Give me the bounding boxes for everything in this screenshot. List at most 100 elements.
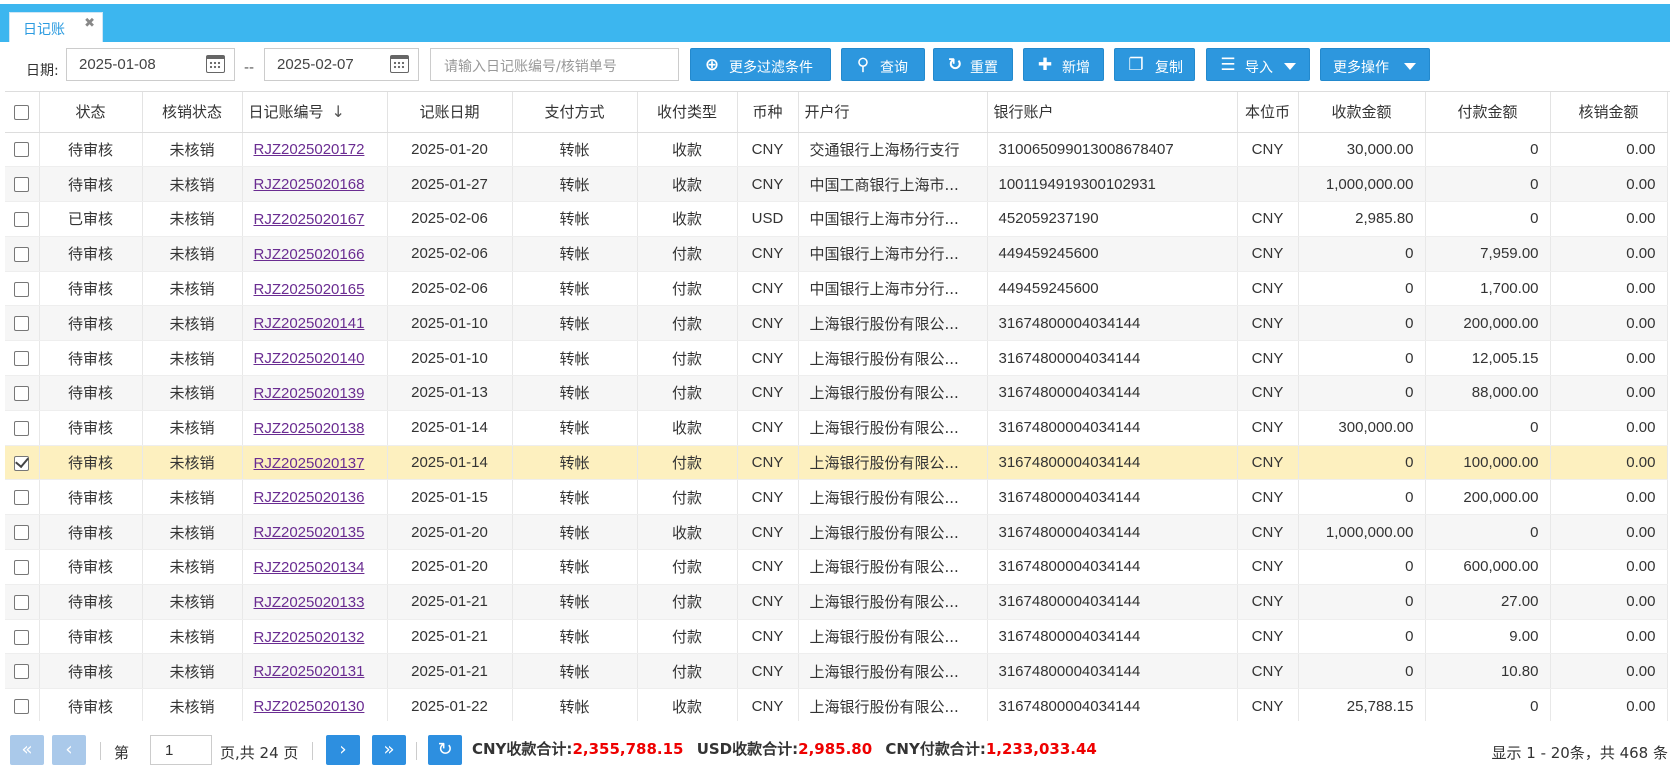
col-pay-method[interactable]: 支付方式 [512,92,638,133]
col-journal-no[interactable]: 日记账编号 ↓ [242,92,388,133]
cell-status: 待审核 [39,166,143,203]
table-row[interactable]: 待审核 未核销 RJZ2025020132 2025-01-21 转帐 付款 CNY 上海银行… [5,619,1668,655]
table-row[interactable]: 待审核 未核销 RJZ2025020166 2025-02-06 转帐 付款 CNY 中国银行… [5,236,1668,272]
col-base-currency[interactable]: 本位币 [1237,92,1299,133]
row-checkbox[interactable] [5,584,40,620]
row-checkbox[interactable] [5,201,40,237]
cell-receipt-amount: 0 [1298,305,1426,342]
row-checkbox[interactable] [5,549,40,585]
table-row[interactable]: 待审核 未核销 RJZ2025020135 2025-01-20 转帐 收款 CNY 上海银行… [5,514,1668,551]
journal-no-link[interactable]: RJZ2025020136 [254,489,365,506]
row-checkbox[interactable] [5,410,40,446]
journal-no-link[interactable]: RJZ2025020131 [254,663,365,680]
select-all-checkbox[interactable] [5,92,40,133]
col-in-out-type[interactable]: 收付类型 [637,92,738,133]
col-writeoff-status[interactable]: 核销状态 [142,92,243,133]
table-row[interactable]: 待审核 未核销 RJZ2025020138 2025-01-14 转帐 收款 CNY 上海银行… [5,410,1668,446]
cell-base-currency: CNY [1237,549,1299,585]
row-checkbox[interactable] [5,271,40,307]
journal-no-link[interactable]: RJZ2025020165 [254,281,365,298]
more-filters-button[interactable]: ⊕ 更多过滤条件 [690,48,831,81]
calendar-icon[interactable] [206,55,225,73]
tab-close-icon[interactable]: ✖ [84,16,95,31]
table-row[interactable]: 待审核 未核销 RJZ2025020130 2025-01-22 转帐 收款 CNY 上海银行… [5,688,1668,721]
refresh-icon[interactable]: ↻ [428,735,462,765]
row-checkbox[interactable] [5,445,40,481]
cell-post-date: 2025-02-06 [387,201,513,237]
prev-page-button[interactable]: ‹ [52,735,86,765]
row-checkbox[interactable] [5,514,40,551]
table-row[interactable]: 待审核 未核销 RJZ2025020140 2025-01-10 转帐 付款 CNY 上海银行… [5,340,1668,377]
row-checkbox[interactable] [5,619,40,655]
journal-no-link[interactable]: RJZ2025020167 [254,211,365,228]
col-status[interactable]: 状态 [39,92,143,133]
journal-no-link[interactable]: RJZ2025020132 [254,629,365,646]
cell-in-out-type: 收款 [637,166,738,203]
search-input[interactable]: 请输入日记账编号/核销单号 [430,48,679,81]
next-page-button[interactable]: › [326,735,360,765]
table-row[interactable]: 待审核 未核销 RJZ2025020141 2025-01-10 转帐 付款 CNY 上海银行… [5,305,1668,342]
journal-no-link[interactable]: RJZ2025020172 [254,141,365,158]
cell-bank-account: 452059237190 [987,201,1238,237]
row-checkbox[interactable] [5,132,40,168]
table-header-row: 状态 核销状态 日记账编号 ↓ 记账日期 支付方式 收付类型 币种 开户行 银行账… [5,92,1668,133]
cell-bank: 中国银行上海市分行... [798,271,988,307]
col-post-date[interactable]: 记账日期 [387,92,513,133]
row-checkbox[interactable] [5,375,40,411]
journal-no-link[interactable]: RJZ2025020133 [254,594,365,611]
col-bank-account[interactable]: 银行账户 [987,92,1238,133]
reset-button[interactable]: ↻ 重置 [933,48,1013,81]
more-operations-button[interactable]: 更多操作 [1320,48,1430,81]
cell-receipt-amount: 1,000,000.00 [1298,166,1426,203]
journal-no-link[interactable]: RJZ2025020141 [254,315,365,332]
import-button[interactable]: ☰ 导入 [1206,48,1310,81]
journal-no-link[interactable]: RJZ2025020140 [254,350,365,367]
add-button[interactable]: ✚ 新增 [1023,48,1104,81]
row-checkbox[interactable] [5,166,40,203]
copy-button[interactable]: ❐ 复制 [1114,48,1195,81]
date-to-field[interactable]: 2025-02-07 [264,48,419,81]
col-payment-amount[interactable]: 付款金额 [1425,92,1551,133]
journal-no-link[interactable]: RJZ2025020130 [254,698,365,715]
row-checkbox[interactable] [5,479,40,516]
last-page-button[interactable]: » [372,735,406,765]
calendar-icon[interactable] [390,55,409,73]
table-row[interactable]: 待审核 未核销 RJZ2025020165 2025-02-06 转帐 付款 CNY 中国银行… [5,271,1668,307]
cell-status: 待审核 [39,305,143,342]
cell-writeoff-status: 未核销 [142,653,243,690]
date-from-field[interactable]: 2025-01-08 [66,48,235,81]
journal-no-link[interactable]: RJZ2025020137 [254,455,365,472]
table-row[interactable]: 待审核 未核销 RJZ2025020136 2025-01-15 转帐 付款 CNY 上海银行… [5,479,1668,516]
query-button[interactable]: ⚲ 查询 [841,48,925,81]
journal-no-link[interactable]: RJZ2025020139 [254,385,365,402]
cell-currency: USD [737,201,799,237]
row-checkbox[interactable] [5,340,40,377]
first-page-button[interactable]: « [10,735,44,765]
row-checkbox[interactable] [5,688,40,721]
journal-no-link[interactable]: RJZ2025020134 [254,559,365,576]
page-number-input[interactable]: 1 [150,735,212,765]
journal-no-link[interactable]: RJZ2025020166 [254,246,365,263]
col-bank[interactable]: 开户行 [798,92,988,133]
col-writeoff-amount[interactable]: 核销金额 [1550,92,1668,133]
col-receipt-amount[interactable]: 收款金额 [1298,92,1426,133]
row-checkbox[interactable] [5,236,40,272]
cell-payment-amount: 0 [1425,166,1551,203]
table-row[interactable]: 待审核 未核销 RJZ2025020139 2025-01-13 转帐 付款 CNY 上海银行… [5,375,1668,411]
table-row[interactable]: 待审核 未核销 RJZ2025020172 2025-01-20 转帐 收款 CNY 交通银行… [5,132,1668,168]
cell-in-out-type: 收款 [637,410,738,446]
journal-no-link[interactable]: RJZ2025020168 [254,176,365,193]
table-row[interactable]: 待审核 未核销 RJZ2025020168 2025-01-27 转帐 收款 CNY 中国工商… [5,166,1668,203]
tab-journal[interactable]: 日记账 ✖ [9,12,103,42]
table-row[interactable]: 待审核 未核销 RJZ2025020131 2025-01-21 转帐 付款 CNY 上海银行… [5,653,1668,690]
table-row[interactable]: 待审核 未核销 RJZ2025020134 2025-01-20 转帐 付款 CNY 上海银行… [5,549,1668,585]
sort-down-icon[interactable]: ↓ [332,102,345,121]
journal-no-link[interactable]: RJZ2025020138 [254,420,365,437]
journal-no-link[interactable]: RJZ2025020135 [254,524,365,541]
table-row[interactable]: 已审核 未核销 RJZ2025020167 2025-02-06 转帐 收款 USD 中国银行… [5,201,1668,237]
col-currency[interactable]: 币种 [737,92,799,133]
row-checkbox[interactable] [5,305,40,342]
table-row[interactable]: 待审核 未核销 RJZ2025020137 2025-01-14 转帐 付款 CNY 上海银行… [5,445,1668,481]
row-checkbox[interactable] [5,653,40,690]
table-row[interactable]: 待审核 未核销 RJZ2025020133 2025-01-21 转帐 付款 CNY 上海银行… [5,584,1668,620]
